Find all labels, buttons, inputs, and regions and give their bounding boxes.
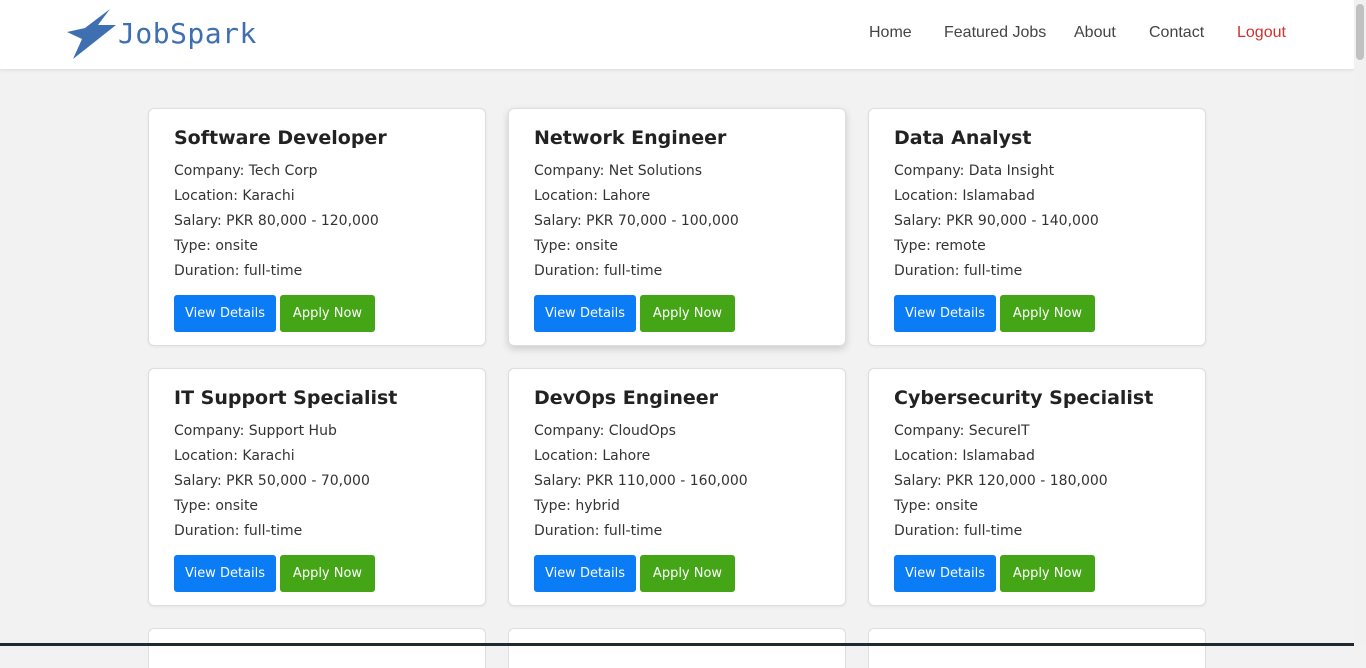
job-title: DevOps Engineer (534, 387, 719, 409)
job-title: Data Analyst (894, 127, 1032, 149)
view-details-button[interactable]: View Details (534, 295, 636, 332)
job-type: Type: remote (894, 238, 986, 254)
page-scrollbar[interactable] (1354, 0, 1366, 646)
view-details-button[interactable]: View Details (534, 555, 636, 592)
job-location: Location: Islamabad (894, 448, 1035, 464)
job-type: Type: onsite (174, 498, 259, 514)
job-location: Location: Islamabad (894, 188, 1035, 204)
job-duration: Duration: full-time (534, 263, 663, 279)
view-details-button[interactable]: View Details (174, 295, 276, 332)
apply-now-button[interactable]: Apply Now (640, 295, 735, 332)
job-duration: Duration: full-time (174, 263, 303, 279)
job-title: Software Developer (174, 127, 387, 149)
apply-now-button[interactable]: Apply Now (1000, 555, 1095, 592)
nav-logout[interactable]: Logout (1237, 24, 1286, 42)
job-company: Company: Support Hub (174, 423, 337, 439)
job-company: Company: Data Insight (894, 163, 1055, 179)
job-card-partial (868, 628, 1206, 668)
job-salary: Salary: PKR 50,000 - 70,000 (174, 473, 370, 489)
job-duration: Duration: full-time (894, 523, 1023, 539)
job-title: IT Support Specialist (174, 387, 398, 409)
job-company: Company: Net Solutions (534, 163, 703, 179)
job-duration: Duration: full-time (894, 263, 1023, 279)
site-header: JobSpark Home Featured Jobs About Contac… (0, 0, 1354, 70)
job-type: Type: onsite (174, 238, 259, 254)
job-card: IT Support Specialist Company: Support H… (148, 368, 486, 606)
nav-home[interactable]: Home (869, 24, 912, 42)
brand-logo[interactable]: JobSpark (66, 8, 257, 60)
job-location: Location: Lahore (534, 448, 651, 464)
nav-contact[interactable]: Contact (1149, 24, 1204, 42)
job-card: DevOps Engineer Company: CloudOps Locati… (508, 368, 846, 606)
job-salary: Salary: PKR 110,000 - 160,000 (534, 473, 748, 489)
nav-featured-jobs[interactable]: Featured Jobs (944, 24, 1046, 42)
nav-about[interactable]: About (1074, 24, 1116, 42)
job-card: Network Engineer Company: Net Solutions … (508, 108, 846, 346)
view-details-button[interactable]: View Details (174, 555, 276, 592)
job-card-partial (508, 628, 846, 668)
job-type: Type: hybrid (534, 498, 620, 514)
job-duration: Duration: full-time (534, 523, 663, 539)
brand-name: JobSpark (118, 17, 257, 50)
job-card: Data Analyst Company: Data Insight Locat… (868, 108, 1206, 346)
job-card: Software Developer Company: Tech Corp Lo… (148, 108, 486, 346)
job-location: Location: Lahore (534, 188, 651, 204)
scrollbar-thumb[interactable] (1356, 4, 1364, 60)
job-card: Cybersecurity Specialist Company: Secure… (868, 368, 1206, 606)
job-title: Network Engineer (534, 127, 727, 149)
apply-now-button[interactable]: Apply Now (640, 555, 735, 592)
job-salary: Salary: PKR 120,000 - 180,000 (894, 473, 1108, 489)
job-card-partial (148, 628, 486, 668)
job-company: Company: CloudOps (534, 423, 676, 439)
view-details-button[interactable]: View Details (894, 295, 996, 332)
job-title: Cybersecurity Specialist (894, 387, 1154, 409)
job-salary: Salary: PKR 80,000 - 120,000 (174, 213, 379, 229)
job-type: Type: onsite (894, 498, 979, 514)
job-salary: Salary: PKR 90,000 - 140,000 (894, 213, 1099, 229)
apply-now-button[interactable]: Apply Now (1000, 295, 1095, 332)
job-salary: Salary: PKR 70,000 - 100,000 (534, 213, 739, 229)
job-duration: Duration: full-time (174, 523, 303, 539)
job-company: Company: SecureIT (894, 423, 1030, 439)
job-location: Location: Karachi (174, 188, 295, 204)
lightning-bolt-icon (67, 9, 116, 59)
apply-now-button[interactable]: Apply Now (280, 295, 375, 332)
apply-now-button[interactable]: Apply Now (280, 555, 375, 592)
job-company: Company: Tech Corp (174, 163, 318, 179)
job-type: Type: onsite (534, 238, 619, 254)
view-details-button[interactable]: View Details (894, 555, 996, 592)
job-location: Location: Karachi (174, 448, 295, 464)
